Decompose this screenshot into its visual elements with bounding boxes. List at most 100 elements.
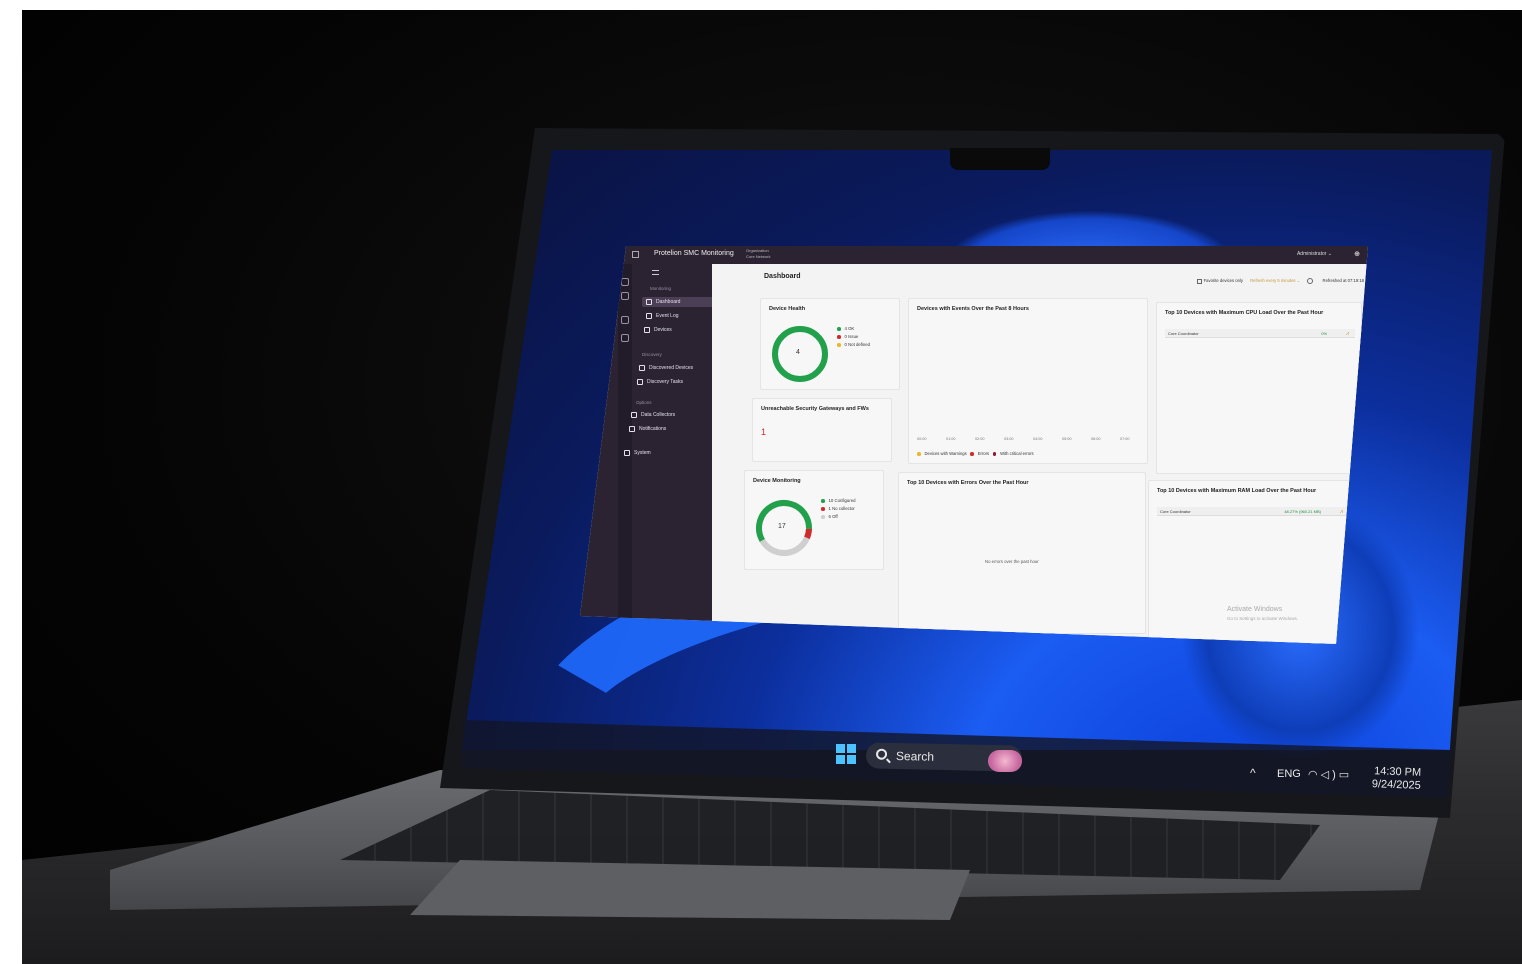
card-title: Device Health	[769, 306, 806, 312]
settings-icon[interactable]	[621, 334, 629, 342]
device-health-total: 4	[796, 349, 800, 356]
legend-swatch	[970, 452, 974, 456]
sidebar-item-discovered-devices[interactable]: Discovered Devices	[635, 363, 693, 373]
device-name: Core Coordinator	[1168, 331, 1199, 336]
organization-selector[interactable]: Organization Core Network	[746, 248, 770, 260]
x-tick: 02:00	[975, 437, 985, 441]
x-tick: 06:00	[1091, 437, 1101, 441]
discovery-tasks-icon	[637, 379, 643, 385]
app-topbar: Protelion SMC Monitoring Organization Co…	[580, 246, 1368, 264]
events-x-axis: 00:00 01:00 02:00 03:00 04:00 05:00 06:00 07:00	[917, 437, 1149, 441]
sidebar-item-event-log[interactable]: Event Log	[642, 311, 679, 321]
card-title: Device Monitoring	[753, 478, 801, 484]
card-title: Devices with Events Over the Past 8 Hour…	[917, 306, 1029, 312]
app-window: Protelion SMC Monitoring Organization Co…	[580, 246, 1368, 644]
widgets-icon[interactable]	[988, 750, 1022, 772]
language-indicator[interactable]: ENG	[1277, 768, 1301, 780]
card-title: Top 10 Devices with Maximum RAM Load Ove…	[1157, 488, 1317, 494]
activate-windows-watermark: Activate Windows Go to Settings to activ…	[1227, 606, 1299, 621]
user-name: Administrator	[1296, 251, 1327, 257]
card-top-errors: Top 10 Devices with Errors Over the Past…	[898, 472, 1146, 634]
device-monitoring-total: 17	[778, 523, 786, 530]
x-tick: 01:00	[946, 437, 956, 441]
share-icon[interactable]	[621, 316, 629, 324]
favorites-checkbox[interactable]	[1196, 278, 1202, 284]
card-devices-with-events: Devices with Events Over the Past 8 Hour…	[908, 298, 1148, 464]
card-title: Top 10 Devices with Errors Over the Past…	[907, 480, 1029, 486]
volume-icon[interactable]: ◁)	[1321, 769, 1339, 781]
laptop-trackpad	[410, 860, 970, 920]
refreshed-timestamp: Refreshed at 07:19:18	[1322, 278, 1364, 284]
taskbar-clock[interactable]: 14:30 PM 9/24/2025	[1372, 765, 1422, 793]
chevron-up-icon[interactable]: ^	[1250, 766, 1256, 780]
x-tick: 07:00	[1120, 437, 1130, 441]
top-border	[0, 0, 1522, 10]
table-row[interactable]: Core Coordinator 0% ⩘	[1165, 329, 1355, 338]
legend-swatch	[992, 452, 997, 456]
ram-value: 48.27% (960.21 MB)	[1284, 509, 1321, 514]
system-icon	[624, 450, 630, 456]
favorites-label: Favorite devices only	[1203, 278, 1243, 284]
discovered-devices-icon	[639, 365, 645, 371]
legend-swatch	[821, 515, 825, 519]
wifi-icon[interactable]: ◠	[1308, 769, 1321, 781]
card-top-ram: Top 10 Devices with Maximum RAM Load Ove…	[1148, 480, 1356, 644]
sidebar-item-system[interactable]: System	[620, 448, 651, 458]
unreachable-count[interactable]: 1	[761, 427, 766, 437]
events-legend: Devices with Warnings Errors With critic…	[917, 451, 1034, 456]
language-globe-icon[interactable]: ⊕	[1354, 250, 1360, 258]
notifications-icon	[629, 426, 635, 432]
legend-swatch	[821, 499, 825, 503]
sidebar-item-devices[interactable]: Devices	[640, 325, 672, 335]
sidebar-item-data-collectors[interactable]: Data Collectors	[627, 410, 675, 420]
legend-swatch	[837, 335, 841, 339]
x-tick: 03:00	[1004, 437, 1014, 441]
legend-item: 0 Issue	[837, 333, 870, 341]
card-top-cpu: Top 10 Devices with Maximum CPU Load Ove…	[1156, 302, 1362, 474]
user-menu[interactable]: Administrator ⌄	[1297, 251, 1332, 257]
clock-date: 9/24/2025	[1371, 778, 1421, 792]
donut-segment-ok	[772, 326, 828, 382]
search-icon	[875, 748, 888, 760]
dashboard-content: Dashboard Favorite devices only Refresh …	[712, 264, 1368, 644]
x-tick: 00:00	[917, 437, 927, 441]
sidebar-item-discovery-tasks[interactable]: Discovery Tasks	[633, 377, 683, 387]
sidebar-group-discovery: Discovery	[642, 352, 662, 357]
legend-item: 10 Configured	[821, 497, 856, 505]
legend-swatch	[917, 452, 921, 456]
sidebar-item-notifications[interactable]: Notifications	[625, 424, 666, 434]
x-tick: 04:00	[1033, 437, 1043, 441]
refresh-interval-select[interactable]: Refresh every 5 minutes ⌄	[1250, 278, 1300, 283]
trend-chart-icon[interactable]: ⩘	[1346, 330, 1349, 339]
data-collectors-icon	[631, 412, 637, 418]
refresh-icon[interactable]	[1307, 278, 1314, 284]
card-device-monitoring: Device Monitoring 17 10 Configured 1 No …	[744, 470, 884, 570]
system-tray-icons[interactable]: ◠◁)▭	[1308, 768, 1352, 781]
home-icon[interactable]	[621, 278, 629, 286]
page-title: Dashboard	[764, 273, 801, 280]
app-brand: Protelion SMC Monitoring	[654, 250, 734, 257]
card-unreachable-gateways: Unreachable Security Gateways and FWs 1	[752, 398, 892, 462]
legend-item: 4 OK	[837, 325, 870, 333]
table-row[interactable]: Core Coordinator 48.27% (960.21 MB) ⩘	[1157, 507, 1349, 516]
cpu-value: 0%	[1321, 331, 1327, 336]
organization-value: Core Network	[746, 254, 771, 259]
event-log-icon	[646, 313, 652, 319]
device-health-legend: 4 OK 0 Issue 0 Not defined	[837, 325, 870, 349]
hamburger-menu-icon[interactable]	[652, 270, 659, 275]
photo-scene: Search ^ ENG ◠◁)▭ 14:30 PM 9/24/2025 Pro…	[0, 0, 1522, 964]
card-title: Top 10 Devices with Maximum CPU Load Ove…	[1165, 310, 1324, 316]
empty-state-message: No errors over the past hour	[985, 559, 1039, 564]
dashboard-icon	[646, 299, 652, 305]
device-monitoring-legend: 10 Configured 1 No collector 6 Off	[821, 497, 856, 521]
app-grid-icon[interactable]	[632, 251, 639, 258]
trend-chart-icon[interactable]: ⩘	[1340, 508, 1343, 517]
camera-notch	[950, 148, 1050, 170]
windows-start-icon[interactable]	[836, 744, 856, 764]
device-name: Core Coordinator	[1160, 509, 1191, 514]
battery-icon[interactable]: ▭	[1339, 769, 1352, 781]
monitoring-icon[interactable]	[621, 292, 629, 300]
legend-item: 6 Off	[821, 513, 856, 521]
sidebar-group-options: Options	[636, 400, 652, 405]
legend-swatch	[837, 343, 841, 347]
